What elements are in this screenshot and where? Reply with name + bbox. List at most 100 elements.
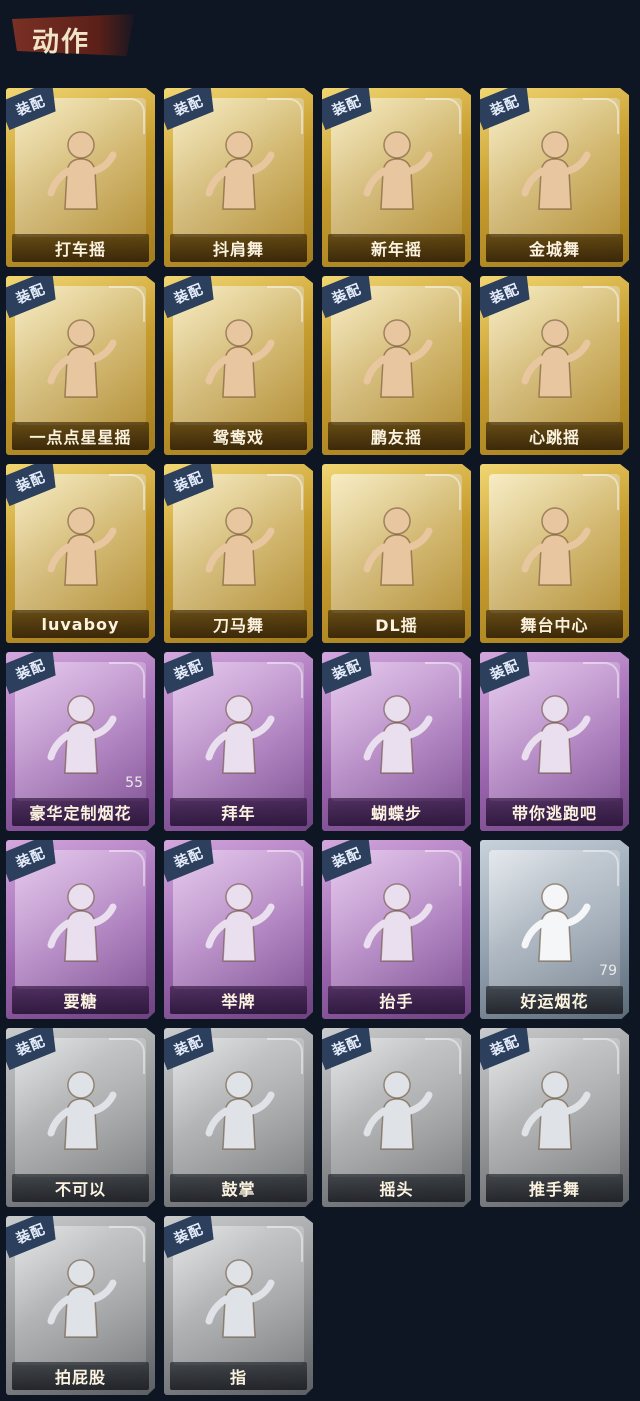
action-label: 推手舞 xyxy=(528,1180,580,1199)
action-card[interactable]: 装配 不可以 xyxy=(6,1028,155,1207)
action-card[interactable]: 装配 心跳摇 xyxy=(480,276,629,455)
action-label: 金城舞 xyxy=(528,240,580,259)
reach-pose-icon xyxy=(6,870,155,970)
action-card[interactable]: 装配 新年摇 xyxy=(322,88,471,267)
point-icon xyxy=(164,1246,313,1346)
action-grid: 装配 打车摇 装配 抖肩舞 装配 新年摇 装配 金城舞 装配 一点点星星摇 装配 鸳鸯戏 装配 鹏友摇 装配… xyxy=(6,88,629,1395)
dance-pose-icon xyxy=(6,118,155,218)
action-card[interactable]: 装配 55 豪华定制烟花 xyxy=(6,652,155,831)
label-bar: 刀马舞 xyxy=(170,610,307,638)
action-label: 拜年 xyxy=(221,804,256,823)
action-card[interactable]: 79 好运烟花 xyxy=(480,840,629,1019)
dance-pose-icon xyxy=(164,118,313,218)
label-bar: 拍屁股 xyxy=(12,1362,149,1390)
action-card[interactable]: 舞台中心 xyxy=(480,464,629,643)
action-card[interactable]: 装配 打车摇 xyxy=(6,88,155,267)
label-bar: 鸳鸯戏 xyxy=(170,422,307,450)
shake-head-icon xyxy=(322,1058,471,1158)
dance-pose-icon xyxy=(322,494,471,594)
label-bar: 摇头 xyxy=(328,1174,465,1202)
action-card[interactable]: 装配 带你逃跑吧 xyxy=(480,652,629,831)
action-card[interactable]: 装配 摇头 xyxy=(322,1028,471,1207)
fireworks-box-icon xyxy=(6,682,155,782)
label-bar: 金城舞 xyxy=(486,234,623,262)
action-card[interactable]: 装配 拜年 xyxy=(164,652,313,831)
label-bar: 蝴蝶步 xyxy=(328,798,465,826)
label-bar: 举牌 xyxy=(170,986,307,1014)
action-card[interactable]: 装配 一点点星星摇 xyxy=(6,276,155,455)
action-label: 刀马舞 xyxy=(212,616,264,635)
action-label: 舞台中心 xyxy=(520,616,589,635)
action-card[interactable]: 装配 蝴蝶步 xyxy=(322,652,471,831)
action-label: 指 xyxy=(229,1368,247,1387)
action-label: 举牌 xyxy=(221,992,256,1011)
action-card[interactable]: 装配 拍屁股 xyxy=(6,1216,155,1395)
label-bar: 拜年 xyxy=(170,798,307,826)
label-bar: 心跳摇 xyxy=(486,422,623,450)
bow-pose-icon xyxy=(164,682,313,782)
action-label: 抖肩舞 xyxy=(212,240,264,259)
label-bar: 舞台中心 xyxy=(486,610,623,638)
label-bar: 抖肩舞 xyxy=(170,234,307,262)
action-card[interactable]: 装配 鹏友摇 xyxy=(322,276,471,455)
action-label: 蝴蝶步 xyxy=(370,804,422,823)
action-label: 豪华定制烟花 xyxy=(29,804,132,823)
action-card[interactable]: 装配 举牌 xyxy=(164,840,313,1019)
item-count: 55 xyxy=(125,775,143,791)
section-header: 动作 xyxy=(0,0,640,70)
action-label: 要糖 xyxy=(63,992,98,1011)
action-label: 拍屁股 xyxy=(54,1368,106,1387)
firework-can-icon xyxy=(480,870,629,970)
action-card[interactable]: DL摇 xyxy=(322,464,471,643)
action-label: 打车摇 xyxy=(54,240,106,259)
action-card[interactable]: 装配 抖肩舞 xyxy=(164,88,313,267)
label-bar: 推手舞 xyxy=(486,1174,623,1202)
action-label: 不可以 xyxy=(54,1180,106,1199)
action-card[interactable]: 装配 金城舞 xyxy=(480,88,629,267)
action-label: 心跳摇 xyxy=(528,428,580,447)
label-bar: 新年摇 xyxy=(328,234,465,262)
label-bar: 鼓掌 xyxy=(170,1174,307,1202)
action-card[interactable]: 装配 luvaboy xyxy=(6,464,155,643)
action-card[interactable]: 装配 刀马舞 xyxy=(164,464,313,643)
label-bar: 豪华定制烟花 xyxy=(12,798,149,826)
action-card[interactable]: 装配 鼓掌 xyxy=(164,1028,313,1207)
clap-icon xyxy=(164,1058,313,1158)
action-label: 抬手 xyxy=(379,992,414,1011)
label-bar: 一点点星星摇 xyxy=(12,422,149,450)
dance-pose-icon xyxy=(6,494,155,594)
dance-pose-icon xyxy=(322,682,471,782)
action-label: 鸳鸯戏 xyxy=(212,428,264,447)
dance-pose-icon xyxy=(480,682,629,782)
action-card[interactable]: 装配 抬手 xyxy=(322,840,471,1019)
action-label: 一点点星星摇 xyxy=(29,428,132,447)
action-label: luvaboy xyxy=(41,614,120,634)
label-bar: 带你逃跑吧 xyxy=(486,798,623,826)
dance-pose-icon xyxy=(480,118,629,218)
action-label: 摇头 xyxy=(379,1180,414,1199)
section-title: 动作 xyxy=(32,27,90,58)
action-label: 新年摇 xyxy=(370,240,422,259)
action-label: DL摇 xyxy=(375,616,418,635)
finger-wag-icon xyxy=(6,1058,155,1158)
action-card[interactable]: 装配 鸳鸯戏 xyxy=(164,276,313,455)
label-bar: DL摇 xyxy=(328,610,465,638)
sign-pose-icon xyxy=(164,870,313,970)
raise-hand-icon xyxy=(322,870,471,970)
action-card[interactable]: 装配 推手舞 xyxy=(480,1028,629,1207)
action-card[interactable]: 装配 要糖 xyxy=(6,840,155,1019)
dance-pose-icon xyxy=(322,306,471,406)
action-card[interactable]: 装配指 xyxy=(164,1216,313,1395)
label-bar: 鹏友摇 xyxy=(328,422,465,450)
dance-pose-icon xyxy=(480,494,629,594)
dance-pose-icon xyxy=(6,306,155,406)
dance-pose-icon xyxy=(480,306,629,406)
label-bar: 抬手 xyxy=(328,986,465,1014)
push-dance-icon xyxy=(480,1058,629,1158)
label-bar: 不可以 xyxy=(12,1174,149,1202)
dance-pose-icon xyxy=(164,494,313,594)
action-label: 鼓掌 xyxy=(221,1180,256,1199)
label-bar: 好运烟花 xyxy=(486,986,623,1014)
label-bar: 指 xyxy=(170,1362,307,1390)
item-count: 79 xyxy=(599,963,617,979)
